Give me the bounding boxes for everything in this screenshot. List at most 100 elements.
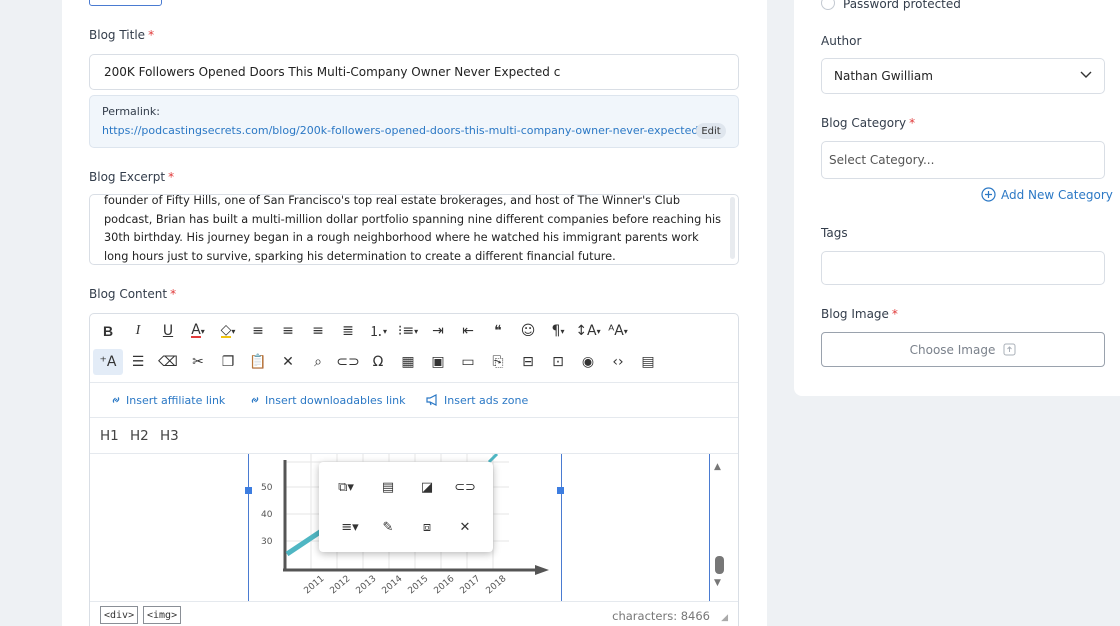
blog-excerpt-label: Blog Excerpt * (89, 170, 175, 184)
category-placeholder: Select Category... (829, 153, 935, 167)
unordered-list-icon[interactable]: ⁝≡ ▾ (393, 318, 423, 344)
blog-title-label: Blog Title * (89, 28, 155, 42)
resize-handle-right[interactable] (557, 487, 564, 494)
x-tick-2011: 2011 (303, 574, 327, 596)
blog-content-label: Blog Content * (89, 287, 177, 301)
line-height-icon[interactable]: ↕A ▾ (573, 318, 603, 344)
select-all-icon[interactable]: ▤ (633, 349, 663, 375)
ordered-list-icon[interactable]: ⒈ ▾ (363, 318, 393, 344)
layout-icon[interactable]: ⊟ (513, 349, 543, 375)
highlight-button[interactable]: ◇ ▾ (213, 318, 243, 344)
special-char-icon[interactable]: Ω (363, 349, 393, 375)
author-select[interactable]: Nathan Gwilliam (821, 58, 1105, 94)
toolbar-row-2: ⁺A ☰ ⌫ ✂ ❐ 📋 ✕ ⌕ ⊂⊃ Ω ▦ ▣ ▭ ⎘ ⊟ ⊡ ◉ ‹› ▤ (93, 347, 663, 377)
choose-image-button[interactable]: Choose Image (821, 332, 1105, 367)
x-tick-2014: 2014 (381, 574, 405, 597)
resize-handle-left[interactable] (245, 487, 252, 494)
cut-icon[interactable]: ✂ (183, 349, 213, 375)
align-right-icon[interactable]: ≡ (303, 318, 333, 344)
font-color-button[interactable]: A ▾ (183, 318, 213, 344)
scroll-thumb[interactable] (715, 556, 724, 574)
underline-button[interactable]: U (153, 318, 183, 344)
search-icon[interactable]: ⌕ (303, 349, 333, 375)
y-tick-30: 30 (261, 537, 273, 547)
x-tick-2017: 2017 (459, 574, 483, 596)
scroll-down-icon[interactable]: ▼ (714, 578, 721, 588)
code-view-icon[interactable]: ‹› (603, 349, 633, 375)
image-caption-icon[interactable]: ▤ (375, 475, 401, 499)
image-alt-icon[interactable]: ⧈ (414, 515, 440, 539)
editor-status-bar: <div> <img> characters: 8466 ◢ (90, 601, 738, 626)
category-select[interactable]: Select Category... (821, 141, 1105, 179)
italic-button[interactable]: I (123, 318, 153, 344)
embed-icon[interactable]: ⊡ (543, 349, 573, 375)
megaphone-icon (426, 394, 437, 406)
blog-image-label: Blog Image * (821, 307, 898, 321)
checklist-icon[interactable]: ☰ (123, 349, 153, 375)
align-center-icon[interactable]: ≡ (273, 318, 303, 344)
image-link-icon[interactable]: ⊂⊃ (452, 475, 478, 499)
emoji-icon[interactable]: ☺ (513, 318, 543, 344)
quote-icon[interactable]: ❝ (483, 318, 513, 344)
outdent-icon[interactable]: ⇤ (453, 318, 483, 344)
align-left-icon[interactable]: ≡ (243, 318, 273, 344)
indent-icon[interactable]: ⇥ (423, 318, 453, 344)
permalink-label: Permalink: (102, 105, 160, 118)
h1-button[interactable]: H1 (100, 428, 119, 444)
tags-input[interactable] (821, 251, 1105, 285)
image-style-icon[interactable]: ✎ (375, 515, 401, 539)
font-size-icon[interactable]: ᴬA ▾ (603, 318, 633, 344)
heading-buttons-row: H1 H2 H3 (90, 418, 738, 454)
replace-image-icon[interactable]: ⧉▾ (333, 475, 359, 499)
insert-links-row: Insert affiliate link Insert downloadabl… (90, 382, 738, 418)
x-tick-2012: 2012 (329, 574, 353, 596)
permalink-edit-button[interactable]: Edit (696, 123, 726, 139)
remove-format-icon[interactable]: ✕ (273, 349, 303, 375)
add-new-category-button[interactable]: Add New Category (981, 187, 1113, 202)
paragraph-format-icon[interactable]: ¶ ▾ (543, 318, 573, 344)
image-align-icon[interactable]: ≡▾ (337, 515, 363, 539)
author-value: Nathan Gwilliam (834, 69, 933, 83)
h2-button[interactable]: H2 (130, 428, 149, 444)
x-tick-2018: 2018 (485, 574, 509, 597)
bold-button[interactable]: B (93, 318, 123, 344)
image-display-icon[interactable]: ◪ (414, 475, 440, 499)
x-tick-2016: 2016 (433, 574, 457, 597)
permalink-box: Permalink: https://podcastingsecrets.com… (89, 95, 739, 148)
clear-format-icon[interactable]: ⌫ (153, 349, 183, 375)
copy-icon[interactable]: ❐ (213, 349, 243, 375)
blog-title-input[interactable]: 200K Followers Opened Doors This Multi-C… (89, 54, 739, 90)
path-tag-div[interactable]: <div> (100, 606, 139, 624)
image-popup-menu: ⧉▾ ▤ ◪ ⊂⊃ ≡▾ ✎ ⧈ ✕ (319, 462, 493, 552)
editor-scrollbar[interactable]: ▲ ▼ (709, 454, 738, 601)
y-tick-40: 40 (261, 510, 273, 520)
path-tag-img[interactable]: <img> (143, 606, 182, 624)
paste-icon[interactable]: 📋 (243, 349, 273, 375)
x-tick-2013: 2013 (355, 574, 379, 596)
top-action-button[interactable] (89, 0, 162, 6)
insert-downloadables-link[interactable]: Insert downloadables link (249, 394, 405, 407)
link-icon[interactable]: ⊂⊃ (333, 349, 363, 375)
resize-grip-icon[interactable]: ◢ (721, 613, 728, 623)
character-count: characters: 8466 (612, 609, 710, 623)
plus-circle-icon (981, 187, 996, 202)
file-icon[interactable]: ⎘ (483, 349, 513, 375)
text-style-icon[interactable]: ⁺A (93, 349, 123, 375)
permalink-url[interactable]: https://podcastingsecrets.com/blog/200k-… (102, 124, 708, 137)
table-icon[interactable]: ▦ (393, 349, 423, 375)
link-icon (251, 397, 259, 403)
upload-icon (1003, 343, 1016, 356)
h3-button[interactable]: H3 (160, 428, 179, 444)
video-icon[interactable]: ▭ (453, 349, 483, 375)
image-icon[interactable]: ▣ (423, 349, 453, 375)
insert-affiliate-link[interactable]: Insert affiliate link (110, 394, 225, 407)
align-justify-icon[interactable]: ≣ (333, 318, 363, 344)
scroll-up-icon[interactable]: ▲ (714, 462, 721, 472)
editor-content-area[interactable]: 50 40 30 2011 2012 2013 2014 2015 2016 2… (90, 454, 738, 601)
image-remove-icon[interactable]: ✕ (452, 515, 478, 539)
insert-ads-zone[interactable]: Insert ads zone (426, 394, 528, 407)
excerpt-scrollbar[interactable] (730, 197, 735, 259)
blog-excerpt-textarea[interactable]: founder of Fifty Hills, one of San Franc… (89, 194, 739, 265)
x-tick-2015: 2015 (407, 574, 431, 596)
preview-icon[interactable]: ◉ (573, 349, 603, 375)
